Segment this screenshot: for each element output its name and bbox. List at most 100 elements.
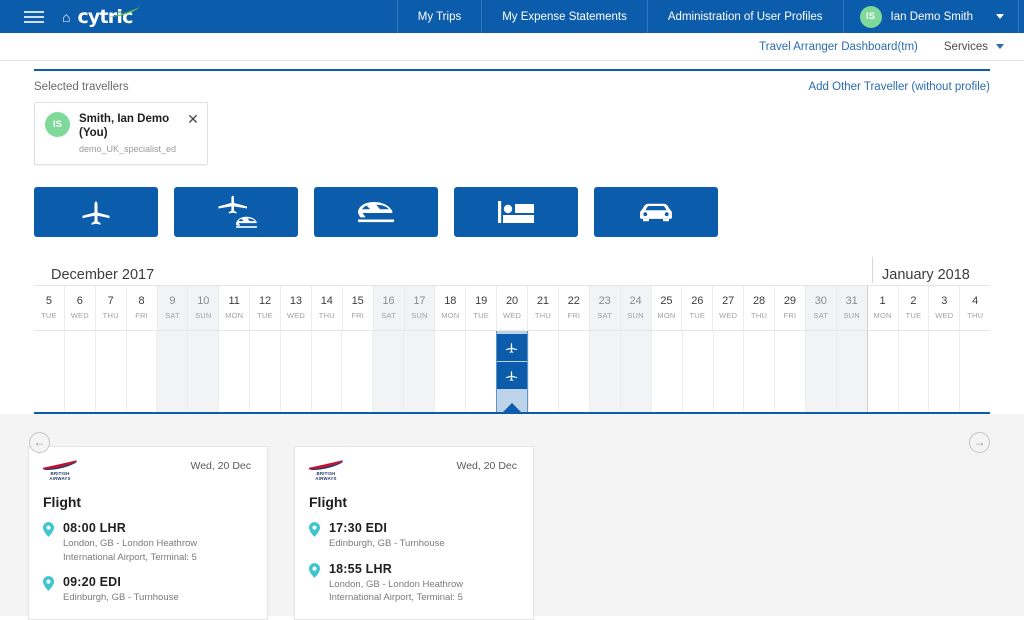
flight-button[interactable] bbox=[34, 186, 158, 237]
car-button[interactable] bbox=[594, 186, 718, 237]
timeline-day-header[interactable]: 24 SUN bbox=[619, 285, 651, 330]
timeline-day-header[interactable]: 29 FRI bbox=[774, 285, 805, 330]
chevron-down-icon[interactable] bbox=[996, 44, 1004, 49]
leg-description-line1: London, GB - London Heathrow bbox=[329, 578, 464, 590]
day-number: 20 bbox=[505, 295, 519, 308]
timeline-column[interactable] bbox=[94, 330, 126, 412]
trip-card[interactable]: BRITISH AIRWAYS Wed, 20 Dec Flight 17:30 EDI… bbox=[294, 445, 534, 620]
timeline-flight-marker[interactable] bbox=[496, 361, 527, 389]
timeline-column[interactable] bbox=[866, 330, 898, 412]
timeline-column[interactable] bbox=[156, 330, 188, 412]
rail-button[interactable] bbox=[314, 186, 438, 237]
timeline-column[interactable] bbox=[464, 330, 496, 412]
timeline-column[interactable] bbox=[650, 330, 682, 412]
card-header: BRITISH AIRWAYS Wed, 20 Dec bbox=[309, 460, 517, 482]
day-number: 24 bbox=[629, 295, 642, 308]
timeline-column[interactable] bbox=[959, 330, 991, 412]
timeline-column[interactable] bbox=[620, 330, 651, 412]
timeline-day-header[interactable]: 23 SAT bbox=[588, 285, 620, 330]
hamburger-icon[interactable] bbox=[24, 10, 44, 23]
timeline-flight-marker[interactable] bbox=[496, 333, 527, 361]
timeline-day-header[interactable]: 25 MON bbox=[650, 285, 682, 330]
sub-navigation-bar: Travel Arranger Dashboard(tm) Services bbox=[0, 33, 1024, 61]
timeline-column[interactable] bbox=[34, 330, 64, 412]
timeline-column[interactable] bbox=[310, 330, 342, 412]
timeline-column-selected[interactable] bbox=[495, 330, 528, 414]
nav-my-expense-statements[interactable]: My Expense Statements bbox=[481, 0, 647, 33]
timeline-column[interactable] bbox=[341, 330, 373, 412]
timeline-column[interactable] bbox=[589, 330, 621, 412]
nav-administration-of-user-profiles[interactable]: Administration of User Profiles bbox=[646, 0, 843, 33]
timeline-column[interactable] bbox=[774, 330, 806, 412]
timeline-day-header[interactable]: 21 THU bbox=[527, 285, 558, 330]
timeline-column[interactable] bbox=[433, 330, 465, 412]
travel-arranger-dashboard-link[interactable]: Travel Arranger Dashboard(tm) bbox=[759, 41, 918, 53]
timeline-day-header[interactable]: 22 FRI bbox=[557, 285, 589, 330]
timeline-day-header[interactable]: 2 TUE bbox=[897, 285, 929, 330]
timeline-column[interactable] bbox=[403, 330, 434, 412]
timeline-day-header[interactable]: 14 THU bbox=[310, 285, 342, 330]
day-of-week: SUN bbox=[627, 311, 644, 321]
timeline-day-header[interactable]: 31 SUN bbox=[835, 285, 867, 330]
timeline-column[interactable] bbox=[805, 330, 836, 412]
timeline-day-header[interactable]: 28 THU bbox=[743, 285, 774, 330]
arrow-right-icon[interactable]: → bbox=[969, 431, 990, 453]
timeline-day-header[interactable]: 12 TUE bbox=[249, 285, 280, 330]
timeline-day-header[interactable]: 6 WED bbox=[63, 285, 95, 330]
hotel-button[interactable] bbox=[454, 186, 578, 237]
timeline-day-header[interactable]: 27 WED bbox=[712, 285, 744, 330]
nav-my-trips[interactable]: My Trips bbox=[396, 0, 481, 33]
user-menu[interactable]: IS Ian Demo Smith bbox=[842, 0, 1018, 33]
timeline-day-header[interactable]: 1 MON bbox=[866, 285, 898, 330]
day-of-week: WED bbox=[719, 311, 738, 321]
timeline-day-header[interactable]: 17 SUN bbox=[403, 285, 435, 330]
timeline-day-header[interactable]: 26 TUE bbox=[681, 285, 713, 330]
timeline-column[interactable] bbox=[558, 330, 590, 412]
card-date: Wed, 20 Dec bbox=[456, 459, 517, 472]
timeline-day-header[interactable]: 16 SAT bbox=[372, 285, 404, 330]
timeline-day-header[interactable]: 7 THU bbox=[94, 285, 126, 330]
flight-plus-rail-button[interactable] bbox=[174, 186, 298, 237]
timeline-day-header[interactable]: 20 WED bbox=[496, 285, 527, 330]
timeline-day-header[interactable]: 9 SAT bbox=[156, 285, 188, 330]
timeline-column[interactable] bbox=[743, 330, 775, 412]
close-icon[interactable]: ✕ bbox=[185, 112, 199, 126]
day-number: 6 bbox=[76, 295, 83, 308]
card-header: BRITISH AIRWAYS Wed, 20 Dec bbox=[43, 460, 251, 482]
selected-travellers-label: Selected travellers bbox=[34, 81, 129, 93]
timeline-column[interactable] bbox=[279, 330, 311, 412]
timeline-column[interactable] bbox=[897, 330, 929, 412]
day-of-week: WED bbox=[935, 311, 954, 321]
timeline-day-header[interactable]: 18 MON bbox=[434, 285, 466, 330]
timeline-column[interactable] bbox=[187, 330, 219, 412]
timeline-column[interactable] bbox=[527, 330, 559, 412]
arrow-left-icon[interactable]: ← bbox=[29, 431, 50, 453]
timeline-column[interactable] bbox=[835, 330, 867, 412]
timeline-column[interactable] bbox=[218, 330, 249, 412]
timeline-day-header[interactable]: 19 TUE bbox=[465, 285, 497, 330]
timeline-column[interactable] bbox=[681, 330, 713, 412]
timeline-column[interactable] bbox=[712, 330, 744, 412]
cytric-logo[interactable]: ⌂ cytric bbox=[62, 6, 140, 28]
timeline-day-header[interactable]: 30 SAT bbox=[804, 285, 836, 330]
timeline-column[interactable] bbox=[63, 330, 95, 412]
add-other-traveller-link[interactable]: Add Other Traveller (without profile) bbox=[808, 81, 990, 93]
day-of-week: SUN bbox=[195, 311, 212, 321]
trip-card[interactable]: BRITISH AIRWAYS Wed, 20 Dec Flight 08:00 LHR… bbox=[28, 445, 268, 620]
timeline-day-header[interactable]: 15 FRI bbox=[341, 285, 373, 330]
timeline-day-header[interactable]: 5 TUE bbox=[34, 285, 64, 330]
timeline-day-header[interactable]: 3 WED bbox=[928, 285, 960, 330]
timeline-column[interactable] bbox=[125, 330, 157, 412]
timeline-column[interactable] bbox=[928, 330, 960, 412]
chevron-down-icon[interactable] bbox=[996, 14, 1004, 19]
timeline-column[interactable] bbox=[248, 330, 280, 412]
timeline-column[interactable] bbox=[372, 330, 404, 412]
traveller-chip[interactable]: IS Smith, Ian Demo (You) demo_UK_special… bbox=[34, 102, 208, 165]
timeline-day-header[interactable]: 11 MON bbox=[218, 285, 250, 330]
timeline-day-header[interactable]: 13 WED bbox=[280, 285, 311, 330]
timeline-day-header[interactable]: 10 SUN bbox=[187, 285, 219, 330]
timeline-day-header[interactable]: 8 FRI bbox=[125, 285, 157, 330]
services-menu[interactable]: Services bbox=[944, 41, 1004, 53]
home-icon[interactable]: ⌂ bbox=[62, 10, 70, 24]
timeline-day-header[interactable]: 4 THU bbox=[959, 285, 991, 330]
